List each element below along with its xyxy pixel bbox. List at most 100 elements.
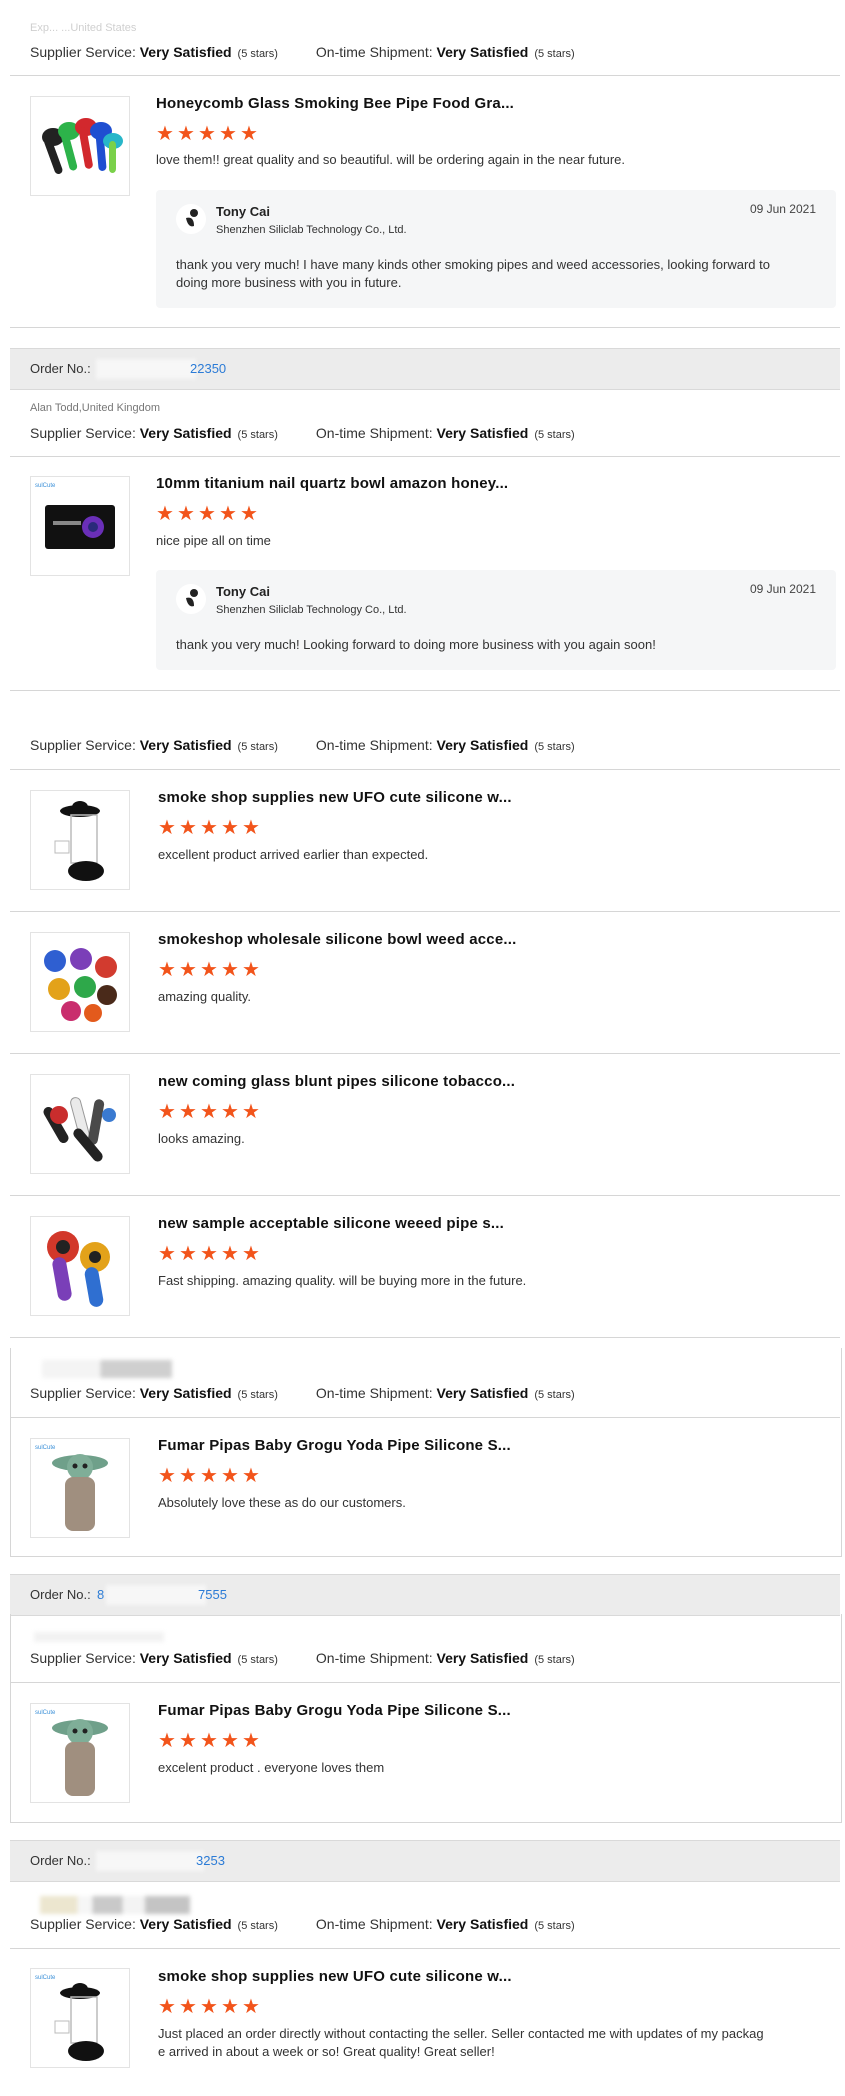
svg-text:sulCute: sulCute: [35, 483, 56, 489]
seller-company: Shenzhen Siliclab Technology Co., Ltd.: [216, 224, 407, 236]
masked-buyer-info: [42, 1360, 172, 1378]
product-title[interactable]: smokeshop wholesale silicone bowl weed a…: [158, 931, 517, 948]
product-title[interactable]: 10mm titanium nail quartz bowl amazon ho…: [156, 475, 508, 492]
product-title[interactable]: new coming glass blunt pipes silicone to…: [158, 1073, 515, 1090]
product-thumbnail[interactable]: sulCute: [30, 1438, 130, 1538]
review-text: amazing quality.: [158, 989, 251, 1004]
star-icon: ★: [200, 1243, 218, 1265]
order-number[interactable]: 3253: [196, 1853, 225, 1868]
product-title[interactable]: smoke shop supplies new UFO cute silicon…: [158, 789, 512, 806]
rating-stars: ★ ★ ★ ★ ★: [158, 1730, 260, 1752]
star-icon: ★: [200, 1996, 218, 2018]
divider: [10, 327, 840, 328]
seller-avatar: [176, 584, 206, 614]
star-icon: ★: [158, 1730, 176, 1752]
product-thumbnail[interactable]: [30, 1074, 130, 1174]
rating-stars: ★ ★ ★ ★ ★: [156, 503, 258, 525]
order-number[interactable]: 22350: [190, 361, 226, 376]
star-icon: ★: [179, 817, 197, 839]
divider: [10, 1948, 840, 1949]
order-header: Order No.: 8 7555: [10, 1574, 840, 1616]
star-icon: ★: [200, 817, 218, 839]
product-thumbnail[interactable]: sulCute: [30, 476, 130, 576]
product-title[interactable]: Fumar Pipas Baby Grogu Yoda Pipe Silicon…: [158, 1702, 511, 1719]
seller-reply: Tony Cai Shenzhen Siliclab Technology Co…: [156, 570, 836, 670]
review-text: Just placed an order directly without co…: [158, 2026, 764, 2041]
satisfaction-row: Supplier Service: Very Satisfied (5 stars…: [30, 1650, 575, 1666]
satisfaction-row: Supplier Service: Very Satisfied (5 stars…: [30, 425, 575, 441]
review-text: nice pipe all on time: [156, 533, 271, 548]
star-icon: ★: [198, 503, 216, 525]
seller-name: Tony Cai: [216, 204, 270, 219]
product-thumbnail[interactable]: sulCute: [30, 1703, 130, 1803]
reply-date: 09 Jun 2021: [749, 582, 816, 596]
product-thumbnail[interactable]: [30, 96, 130, 196]
star-icon: ★: [158, 1101, 176, 1123]
reply-text: thank you very much! I have many kinds o…: [176, 257, 770, 272]
star-icon: ★: [179, 1730, 197, 1752]
product-thumbnail[interactable]: [30, 1216, 130, 1316]
svg-text:sulCute: sulCute: [35, 1975, 56, 1981]
star-icon: ★: [177, 123, 195, 145]
star-icon: ★: [179, 1465, 197, 1487]
seller-avatar: [176, 204, 206, 234]
star-icon: ★: [158, 959, 176, 981]
order-no-label: Order No.:: [30, 361, 91, 376]
star-icon: ★: [156, 123, 174, 145]
divider: [10, 456, 840, 457]
star-icon: ★: [221, 1465, 239, 1487]
star-icon: ★: [179, 1996, 197, 2018]
buyer-info: Alan Todd,United Kingdom: [30, 402, 161, 414]
product-title[interactable]: smoke shop supplies new UFO cute silicon…: [158, 1968, 512, 1985]
star-icon: ★: [179, 959, 197, 981]
seller-name: Tony Cai: [216, 584, 270, 599]
review-text: excellent product arrived earlier than e…: [158, 847, 429, 862]
star-icon: ★: [158, 1996, 176, 2018]
star-icon: ★: [177, 503, 195, 525]
rating-stars: ★ ★ ★ ★ ★: [158, 1465, 260, 1487]
product-thumbnail[interactable]: [30, 932, 130, 1032]
seller-reply: Tony Cai Shenzhen Siliclab Technology Co…: [156, 190, 836, 308]
satisfaction-row: Supplier Service: Very Satisfied (5 stars…: [30, 737, 575, 753]
masked-order-number: [96, 1851, 204, 1871]
star-icon: ★: [242, 1465, 260, 1487]
divider: [10, 690, 840, 691]
divider: [10, 1417, 840, 1418]
order-number-prefix[interactable]: 8: [97, 1587, 104, 1602]
star-icon: ★: [221, 1996, 239, 2018]
star-icon: ★: [179, 1101, 197, 1123]
star-icon: ★: [242, 1101, 260, 1123]
rating-stars: ★ ★ ★ ★ ★: [158, 959, 260, 981]
order-number[interactable]: 7555: [198, 1587, 227, 1602]
divider: [10, 769, 840, 770]
reply-date: 09 Jun 2021: [749, 202, 816, 216]
satisfaction-row: Supplier Service: Very Satisfied (5 stars…: [30, 44, 575, 60]
product-title[interactable]: Honeycomb Glass Smoking Bee Pipe Food Gr…: [156, 95, 514, 112]
review-text: Absolutely love these as do our customer…: [158, 1495, 406, 1510]
rating-stars: ★ ★ ★ ★ ★: [156, 123, 258, 145]
product-title[interactable]: new sample acceptable silicone weeed pip…: [158, 1215, 504, 1232]
rating-stars: ★ ★ ★ ★ ★: [158, 817, 260, 839]
star-icon: ★: [240, 123, 258, 145]
star-icon: ★: [200, 1465, 218, 1487]
star-icon: ★: [242, 959, 260, 981]
product-thumbnail[interactable]: [30, 790, 130, 890]
order-header: Order No.: 22350: [10, 348, 840, 390]
star-icon: ★: [200, 1730, 218, 1752]
divider: [10, 75, 840, 76]
satisfaction-row: Supplier Service: Very Satisfied (5 stars…: [30, 1385, 575, 1401]
star-icon: ★: [242, 817, 260, 839]
product-title[interactable]: Fumar Pipas Baby Grogu Yoda Pipe Silicon…: [158, 1437, 511, 1454]
review-text: excelent product . everyone loves them: [158, 1760, 385, 1775]
review-text: Fast shipping. amazing quality. will be …: [158, 1273, 527, 1288]
star-icon: ★: [221, 959, 239, 981]
svg-text:sulCute: sulCute: [35, 1445, 56, 1451]
star-icon: ★: [158, 1465, 176, 1487]
review-text: e arrived in about a week or so! Great q…: [158, 2044, 495, 2059]
svg-text:sulCute: sulCute: [35, 1710, 56, 1716]
product-thumbnail[interactable]: sulCute: [30, 1968, 130, 2068]
star-icon: ★: [219, 123, 237, 145]
star-icon: ★: [156, 503, 174, 525]
buyer-info: Exp... ...United States: [30, 22, 137, 34]
rating-stars: ★ ★ ★ ★ ★: [158, 1996, 260, 2018]
